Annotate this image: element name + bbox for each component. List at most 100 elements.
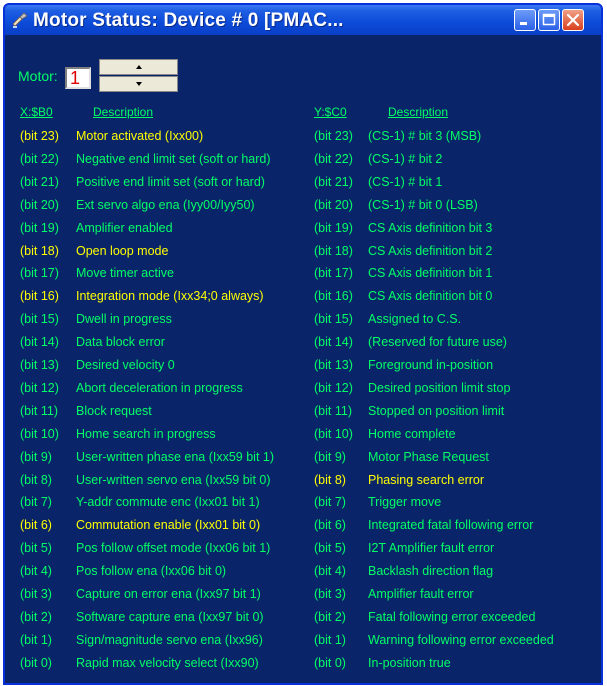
x-bit-label: (bit 22) xyxy=(20,151,59,166)
y-bit-label: (bit 4) xyxy=(314,564,346,579)
status-row: (bit 22) Negative end limit set (soft or … xyxy=(5,152,601,175)
status-row: (bit 10) Home search in progress (bit 10) H… xyxy=(5,427,601,450)
x-bit-description: Data block error xyxy=(76,335,165,350)
x-bit-description: User-written servo ena (Ixx59 bit 0) xyxy=(76,472,271,487)
y-bit-description: CS Axis definition bit 1 xyxy=(368,266,493,281)
x-bit-description: Rapid max velocity select (Ixx90) xyxy=(76,655,259,670)
status-row: (bit 21) Positive end limit set (soft or … xyxy=(5,175,601,198)
x-bit-description: Block request xyxy=(76,403,152,418)
status-panel: Motor: 1 X:$B0 Description Y:$C0 Descrip… xyxy=(5,35,601,683)
y-bit-label: (bit 15) xyxy=(314,312,353,327)
x-bit-description: Y-addr commute enc (Ixx01 bit 1) xyxy=(76,495,260,510)
y-bit-label: (bit 7) xyxy=(314,495,346,510)
y-bit-description: (Reserved for future use) xyxy=(368,335,507,350)
x-bit-label: (bit 11) xyxy=(20,403,58,418)
y-bit-description: Amplifier fault error xyxy=(368,587,474,601)
x-bit-label: (bit 6) xyxy=(20,518,52,533)
status-row: (bit 16) Integration mode (Ixx34;0 always… xyxy=(5,289,601,312)
y-bit-label: (bit 23) xyxy=(314,129,353,143)
y-bit-description: Home complete xyxy=(368,426,456,441)
status-row: (bit 0) Rapid max velocity select (Ixx90)… xyxy=(5,656,601,679)
x-description-header: Description xyxy=(93,105,154,119)
x-bit-label: (bit 8) xyxy=(20,472,52,487)
x-bit-description: Move timer active xyxy=(76,266,174,281)
y-bit-label: (bit 21) xyxy=(314,174,353,189)
y-bit-label: (bit 13) xyxy=(314,358,353,372)
x-bit-label: (bit 4) xyxy=(20,564,52,579)
status-row: (bit 18) Open loop mode (bit 18) CS Axis de… xyxy=(5,244,601,267)
motor-decrement-button[interactable] xyxy=(99,76,178,92)
x-bit-label: (bit 1) xyxy=(20,632,52,647)
x-bit-description: Integration mode (Ixx34;0 always) xyxy=(76,289,264,304)
x-bit-description: Pos follow ena (Ixx06 bit 0) xyxy=(76,564,227,579)
y-bit-label: (bit 11) xyxy=(314,403,352,418)
x-bit-description: Dwell in progress xyxy=(76,312,172,327)
status-row: (bit 20) Ext servo algo ena (Iyy00/Iyy50)… xyxy=(5,198,601,221)
x-bit-label: (bit 13) xyxy=(20,358,59,372)
y-bit-description: Fatal following error exceeded xyxy=(368,609,536,624)
y-bit-label: (bit 20) xyxy=(314,197,353,212)
y-bit-label: (bit 0) xyxy=(314,655,346,670)
y-bit-label: (bit 9) xyxy=(314,449,346,464)
y-bit-label: (bit 19) xyxy=(314,220,353,235)
y-bit-label: (bit 17) xyxy=(314,266,353,281)
y-bit-label: (bit 3) xyxy=(314,587,346,601)
x-bit-label: (bit 0) xyxy=(20,655,52,670)
y-bit-label: (bit 16) xyxy=(314,289,353,304)
status-row: (bit 15) Dwell in progress (bit 15) Assigne… xyxy=(5,312,601,335)
arrow-down-icon xyxy=(136,82,142,86)
status-row: (bit 12) Abort deceleration in progress (b… xyxy=(5,381,601,404)
y-bit-description: (CS-1) # bit 3 (MSB) xyxy=(368,129,482,143)
y-bit-description: Motor Phase Request xyxy=(368,449,489,464)
x-bit-description: Pos follow offset mode (Ixx06 bit 1) xyxy=(76,541,271,556)
y-bit-description: CS Axis definition bit 3 xyxy=(368,220,493,235)
y-bit-label: (bit 6) xyxy=(314,518,346,533)
y-bit-description: Phasing search error xyxy=(368,472,485,487)
y-description-header: Description xyxy=(388,105,449,119)
x-address-header: X:$B0 xyxy=(20,105,53,119)
close-button[interactable] xyxy=(562,9,584,31)
minimize-icon xyxy=(520,22,527,25)
y-bit-label: (bit 22) xyxy=(314,151,353,166)
x-bit-description: Sign/magnitude servo ena (Ixx96) xyxy=(76,632,263,647)
y-bit-description: Assigned to C.S. xyxy=(368,312,462,327)
motor-increment-button[interactable] xyxy=(99,59,178,75)
maximize-button[interactable] xyxy=(538,9,560,31)
maximize-icon xyxy=(542,13,556,26)
status-row: (bit 13) Desired velocity 0 (bit 13) Foregr… xyxy=(5,358,601,381)
y-bit-label: (bit 12) xyxy=(314,380,353,395)
status-row: (bit 7) Y-addr commute enc (Ixx01 bit 1) (… xyxy=(5,495,601,518)
y-address-header: Y:$C0 xyxy=(314,105,347,119)
minimize-button[interactable] xyxy=(514,9,536,31)
x-bit-description: Home search in progress xyxy=(76,426,216,441)
x-bit-label: (bit 2) xyxy=(20,609,52,624)
y-bit-label: (bit 8) xyxy=(314,472,346,487)
y-bit-description: Backlash direction flag xyxy=(368,564,494,579)
status-row: (bit 11) Block request (bit 11) Stopped on … xyxy=(5,404,601,427)
y-bit-description: CS Axis definition bit 0 xyxy=(368,289,493,304)
x-bit-description: Commutation enable (Ixx01 bit 0) xyxy=(76,518,261,533)
y-bit-description: I2T Amplifier fault error xyxy=(368,541,495,556)
x-bit-label: (bit 21) xyxy=(20,174,59,189)
status-row: (bit 3) Capture on error ena (Ixx97 bit 1… xyxy=(5,587,601,610)
x-bit-description: Abort deceleration in progress xyxy=(76,380,243,395)
x-bit-label: (bit 17) xyxy=(20,266,59,281)
y-bit-label: (bit 1) xyxy=(314,632,346,647)
status-row: (bit 17) Move timer active (bit 17) CS Axis… xyxy=(5,266,601,289)
motor-number-field[interactable]: 1 xyxy=(65,67,91,89)
y-bit-label: (bit 10) xyxy=(314,426,353,441)
close-icon xyxy=(566,13,580,27)
status-row: (bit 19) Amplifier enabled (bit 19) CS Axis… xyxy=(5,221,601,244)
status-row: (bit 14) Data block error (bit 14) (Reserve… xyxy=(5,335,601,358)
x-bit-label: (bit 7) xyxy=(20,495,52,510)
x-bit-description: Desired velocity 0 xyxy=(76,358,175,372)
window-title: Motor Status: Device # 0 [PMAC... xyxy=(33,10,344,31)
title-bar[interactable]: Motor Status: Device # 0 [PMAC... xyxy=(5,5,601,35)
arrow-up-icon xyxy=(136,65,142,69)
x-bit-description: Capture on error ena (Ixx97 bit 1) xyxy=(76,587,261,601)
status-row: (bit 4) Pos follow ena (Ixx06 bit 0) (bit … xyxy=(5,564,601,587)
x-bit-description: Amplifier enabled xyxy=(76,220,173,235)
y-bit-description: Warning following error exceeded xyxy=(368,632,554,647)
app-icon xyxy=(12,12,28,28)
status-row: (bit 5) Pos follow offset mode (Ixx06 bit… xyxy=(5,541,601,564)
